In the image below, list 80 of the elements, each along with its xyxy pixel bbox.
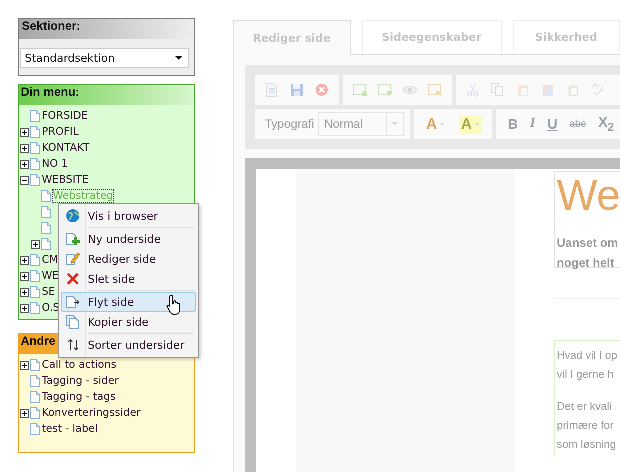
page-icon <box>30 158 40 170</box>
menu-item[interactable]: Flyt side <box>61 292 196 312</box>
cancel-icon[interactable] <box>315 83 329 97</box>
save-icon[interactable] <box>290 83 304 97</box>
page-icon <box>30 174 40 186</box>
section-select[interactable]: Standardsektion <box>20 48 189 68</box>
tree-item[interactable]: FORSIDE <box>41 109 90 123</box>
page-icon <box>30 286 40 298</box>
page-icon <box>30 126 40 138</box>
eye-icon[interactable] <box>403 83 417 97</box>
menu-item[interactable]: Sorter undersider <box>61 335 196 355</box>
expand-icon[interactable] <box>20 128 29 136</box>
page-icon <box>30 254 40 266</box>
style-label: Typografi <box>265 117 314 131</box>
copy-icon <box>66 315 80 329</box>
tree-item[interactable]: CM <box>41 253 60 267</box>
tree-item[interactable]: Tagging - sider <box>41 374 120 388</box>
tree-item[interactable]: SE <box>41 285 56 299</box>
page-icon <box>30 110 40 122</box>
page-icon <box>30 270 40 282</box>
tree-item[interactable]: NO 1 <box>41 157 70 171</box>
dropdown-arrow-icon <box>440 122 446 126</box>
edit-icon <box>66 252 80 266</box>
tree-item[interactable]: test - label <box>41 422 100 436</box>
paste-icon[interactable] <box>541 83 555 97</box>
expand-icon[interactable] <box>20 144 29 152</box>
add-page-icon <box>66 232 80 246</box>
page-icon <box>30 407 40 419</box>
collapse-icon[interactable] <box>20 176 29 184</box>
expand-icon[interactable] <box>20 360 29 370</box>
menu-item[interactable]: Kopier side <box>61 312 196 332</box>
paragraph-line: primære for <box>557 419 615 434</box>
tree-item[interactable]: WE <box>41 269 60 283</box>
tree-item[interactable]: KONTAKT <box>41 141 91 155</box>
expand-icon[interactable] <box>20 304 29 312</box>
tree-item[interactable]: Tagging - tags <box>41 390 117 404</box>
paste-icon[interactable] <box>566 83 580 97</box>
tree-item[interactable]: PROFIL <box>41 125 80 139</box>
expand-icon[interactable] <box>20 160 29 168</box>
menu-item[interactable]: Ny underside <box>61 229 196 249</box>
cut-icon[interactable] <box>466 83 480 97</box>
spellcheck-icon[interactable] <box>591 83 605 97</box>
paragraph-line: Det er kvali <box>557 400 614 415</box>
copy-icon[interactable] <box>491 83 505 97</box>
document-icon[interactable] <box>265 83 279 97</box>
sort-icon <box>66 338 80 352</box>
page-icon <box>30 302 40 314</box>
intro-text: Uanset om <box>557 235 620 252</box>
expand-icon[interactable] <box>20 288 29 296</box>
window-key-icon[interactable] <box>428 83 442 97</box>
paste-icon[interactable] <box>516 83 530 97</box>
paragraph-line: Hvad vil I op <box>557 349 619 364</box>
expand-icon[interactable] <box>31 240 40 248</box>
tree-item[interactable]: WEBSITE <box>41 173 90 187</box>
intro-text: noget helt <box>557 255 616 272</box>
paragraph-line: vil I gerne h <box>557 368 615 383</box>
page-icon <box>30 391 40 403</box>
dropdown-arrow-icon <box>175 56 183 60</box>
panel-title: Din menu: <box>19 85 194 105</box>
page-icon <box>30 142 40 154</box>
page-icon <box>30 359 40 371</box>
page-icon <box>30 423 40 435</box>
dropdown-arrow-icon <box>475 122 480 126</box>
page-heading: We <box>557 172 620 220</box>
page-icon <box>41 190 51 202</box>
menu-item[interactable]: Slet side <box>61 269 196 289</box>
tree-item[interactable]: Konverteringssider <box>41 406 142 420</box>
menu-item[interactable]: Rediger side <box>61 249 196 269</box>
expand-icon[interactable] <box>20 272 29 280</box>
window-up-icon[interactable] <box>353 83 367 97</box>
delete-icon <box>66 272 80 286</box>
window-down-icon[interactable] <box>378 83 392 97</box>
page-icon <box>30 375 40 387</box>
expand-icon[interactable] <box>20 256 29 264</box>
tree-item[interactable]: Call to actions <box>41 358 118 372</box>
expand-icon[interactable] <box>20 408 29 418</box>
paragraph-line: som løsning <box>557 438 618 453</box>
globe-icon <box>66 209 80 223</box>
menu-item[interactable]: Vis i browser <box>61 206 196 226</box>
page-arrow-icon <box>66 296 80 308</box>
